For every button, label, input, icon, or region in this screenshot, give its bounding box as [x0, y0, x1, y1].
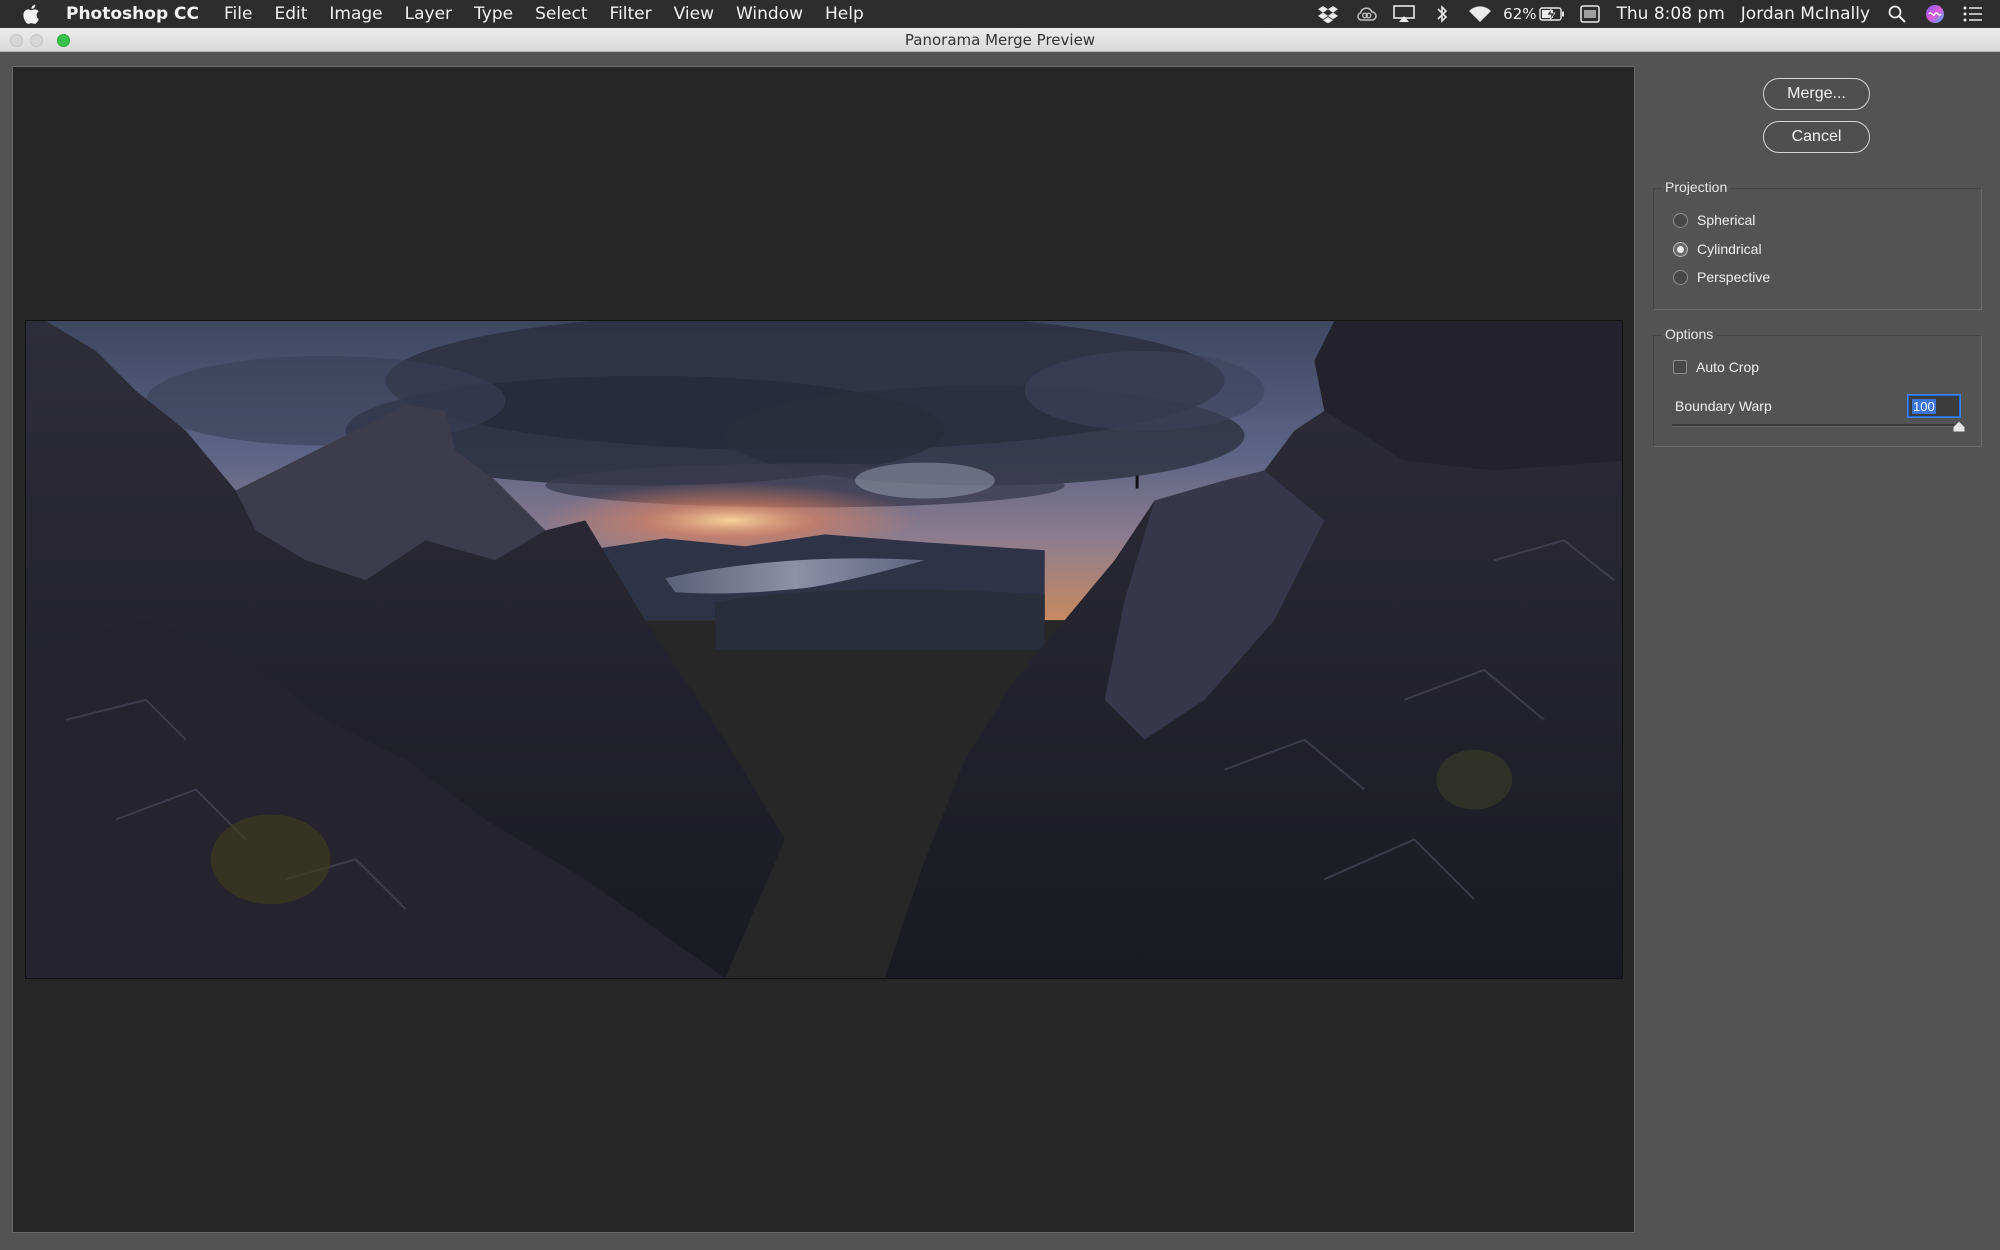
wifi-icon[interactable] [1467, 3, 1493, 25]
spotlight-search-icon[interactable] [1884, 3, 1910, 25]
window-title: Panorama Merge Preview [904, 30, 1096, 49]
boundary-warp-input[interactable]: 100 [1908, 395, 1960, 417]
minimize-window-button[interactable] [30, 34, 43, 47]
menu-image[interactable]: Image [318, 0, 393, 28]
projection-cylindrical-option[interactable]: Cylindrical [1673, 241, 1762, 257]
auto-crop-label: Auto Crop [1696, 359, 1760, 375]
radio-label: Spherical [1697, 212, 1756, 228]
zoom-window-button[interactable] [57, 34, 70, 47]
menu-bar: Photoshop CC File Edit Image Layer Type … [0, 0, 2000, 28]
preview-area[interactable] [12, 66, 1635, 1233]
menu-select[interactable]: Select [524, 0, 598, 28]
radio-button[interactable] [1673, 212, 1688, 228]
boundary-warp-slider[interactable] [1672, 424, 1962, 427]
menu-app-name[interactable]: Photoshop CC [64, 0, 213, 28]
auto-crop-option[interactable]: Auto Crop [1673, 359, 1759, 375]
boundary-warp-value: 100 [1912, 398, 1936, 414]
user-name[interactable]: Jordan McInally [1733, 4, 1878, 24]
keyboard-icon[interactable] [1577, 3, 1603, 25]
menu-file[interactable]: File [213, 0, 263, 28]
radio-dot [1677, 245, 1684, 253]
siri-icon[interactable] [1922, 3, 1948, 25]
menu-type[interactable]: Type [463, 0, 524, 28]
menu-view[interactable]: View [663, 0, 725, 28]
projection-spherical-option[interactable]: Spherical [1673, 212, 1755, 228]
dropbox-icon[interactable] [1315, 3, 1341, 25]
battery-percent[interactable]: 62% [1499, 5, 1538, 23]
boundary-warp-slider-thumb[interactable] [1952, 420, 1966, 433]
airplay-icon[interactable] [1391, 3, 1417, 25]
notification-center-icon[interactable] [1960, 3, 1986, 25]
bluetooth-icon[interactable] [1429, 3, 1455, 25]
menu-help[interactable]: Help [814, 0, 875, 28]
options-group-label: Options [1662, 326, 1717, 342]
apple-icon[interactable] [22, 3, 44, 25]
radio-label: Cylindrical [1697, 241, 1762, 257]
radio-label: Perspective [1697, 269, 1771, 285]
battery-icon[interactable] [1538, 3, 1565, 25]
menu-edit[interactable]: Edit [263, 0, 318, 28]
boundary-warp-label: Boundary Warp [1675, 398, 1772, 414]
window-title-bar: Panorama Merge Preview [0, 28, 2000, 52]
radio-button[interactable] [1673, 269, 1688, 285]
menu-layer[interactable]: Layer [394, 0, 463, 28]
status-area: 62% Thu 8:08 pm Jordan McInally [1309, 0, 2000, 28]
projection-perspective-option[interactable]: Perspective [1673, 269, 1770, 285]
clock[interactable]: Thu 8:08 pm [1609, 4, 1733, 24]
merge-button[interactable]: Merge... [1763, 78, 1870, 110]
projection-group-label: Projection [1662, 179, 1731, 195]
radio-button-selected[interactable] [1673, 241, 1688, 257]
options-group [1653, 335, 1982, 447]
menu-filter[interactable]: Filter [599, 0, 663, 28]
cancel-button[interactable]: Cancel [1763, 121, 1870, 153]
panorama-preview-image [25, 320, 1623, 979]
creative-cloud-icon[interactable] [1353, 3, 1379, 25]
auto-crop-checkbox[interactable] [1673, 360, 1687, 374]
close-window-button[interactable] [10, 34, 23, 47]
menu-window[interactable]: Window [725, 0, 814, 28]
